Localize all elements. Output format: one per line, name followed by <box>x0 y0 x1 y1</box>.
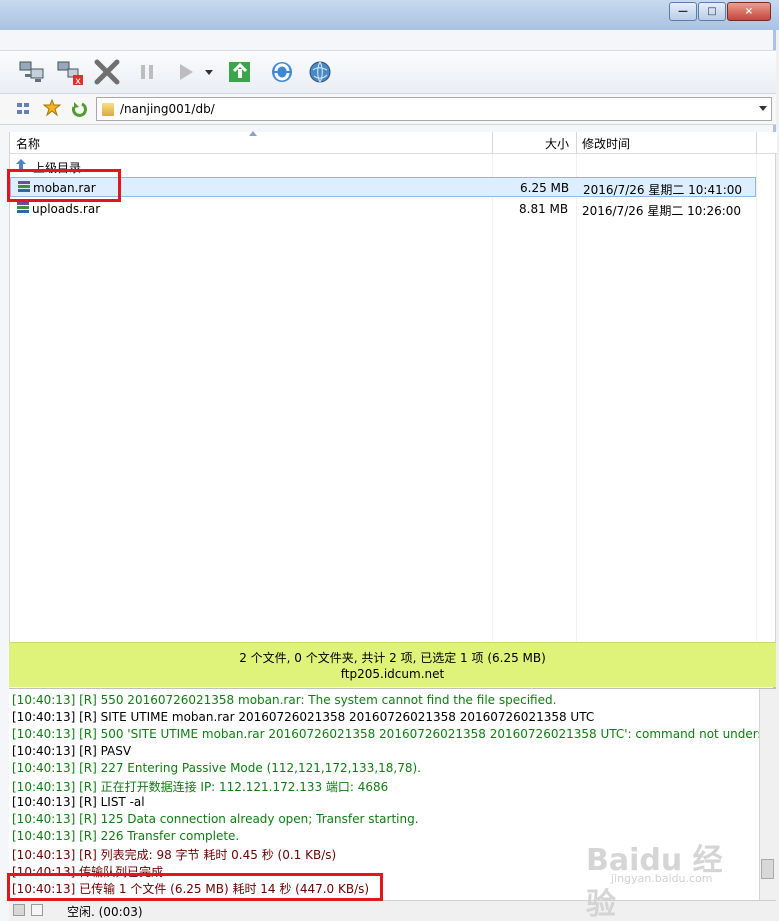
sort-ascending-icon <box>249 131 257 136</box>
column-divider <box>756 132 757 154</box>
connect-icon[interactable] <box>17 57 47 87</box>
row-modified: 2016/7/26 星期二 10:41:00 <box>583 183 743 197</box>
window-controls: — □ × <box>669 2 771 21</box>
baidu-watermark: Baidu 经验 jingyan.baidu.com <box>586 835 731 921</box>
column-divider <box>492 154 493 642</box>
row-modified: 2016/7/26 星期二 10:26:00 <box>582 204 742 218</box>
row-size: 6.25 MB <box>520 181 570 195</box>
log-line: [10:40:13] [R] LIST -al <box>12 795 145 809</box>
log-line: [10:40:13] [R] 227 Entering Passive Mode… <box>12 761 421 775</box>
globe-icon[interactable] <box>305 57 335 87</box>
column-header-size[interactable]: 大小 <box>545 132 569 154</box>
column-header-name[interactable]: 名称 <box>16 132 40 154</box>
path-input[interactable]: /nanjing001/db/ <box>96 97 772 121</box>
column-divider <box>576 154 577 642</box>
status-summary: 2 个文件, 0 个文件夹, 共计 2 项, 已选定 1 项 (6.25 MB) <box>239 651 546 665</box>
file-list-pane: 名称 大小 修改时间 上级目录 moban.rar 6.25 MB 2016/7… <box>9 131 777 642</box>
file-row[interactable]: moban.rar 6.25 MB 2016/7/26 星期二 10:41:00 <box>10 177 756 197</box>
log-line: [10:40:13] [R] SITE UTIME moban.rar 2016… <box>12 710 595 724</box>
refresh-green-icon[interactable] <box>225 57 255 87</box>
row-size: 8.81 MB <box>519 202 569 216</box>
maximize-icon[interactable]: □ <box>698 2 726 21</box>
parent-directory-row[interactable]: 上级目录 <box>10 156 777 176</box>
chevron-down-icon[interactable] <box>759 106 767 111</box>
cancel-icon[interactable] <box>92 57 122 87</box>
close-icon[interactable]: × <box>727 2 771 21</box>
column-header-modified[interactable]: 修改时间 <box>582 132 630 154</box>
minimize-icon[interactable]: — <box>669 2 697 21</box>
address-bar: /nanjing001/db/ <box>0 94 776 125</box>
column-divider <box>492 132 493 154</box>
disconnect-icon[interactable]: x <box>55 57 85 87</box>
log-line: [10:40:13] [R] 500 'SITE UTIME moban.rar… <box>12 727 776 741</box>
pause-icon[interactable] <box>133 57 163 87</box>
log-line: [10:40:13] [R] 列表完成: 98 字节 耗时 0.45 秒 (0.… <box>12 848 337 862</box>
archive-icon <box>15 200 32 220</box>
queue-icon[interactable] <box>13 904 25 916</box>
log-line: [10:40:13] [R] 125 Data connection alrea… <box>12 812 419 826</box>
column-divider <box>576 132 577 154</box>
log-line: [10:40:13] [R] 正在打开数据连接 IP: 112.121.172.… <box>12 780 389 794</box>
toolbar: x <box>0 50 776 94</box>
log-line: [10:40:13] [R] 226 Transfer complete. <box>12 829 240 843</box>
window-titlebar: — □ × <box>0 0 779 30</box>
server-host: ftp205.idcum.net <box>340 667 445 681</box>
refresh-blue-icon[interactable] <box>267 57 297 87</box>
column-divider <box>756 154 757 642</box>
log-line: [10:40:13] [R] 550 20160726021358 moban.… <box>12 693 557 707</box>
file-row[interactable]: uploads.rar 8.81 MB 2016/7/26 星期二 10:26:… <box>10 199 777 219</box>
site-manager-icon[interactable] <box>16 101 32 117</box>
play-icon[interactable] <box>171 57 201 87</box>
log-scrollbar[interactable] <box>759 689 776 900</box>
scroll-thumb[interactable] <box>761 859 774 879</box>
watermark-sub: jingyan.baidu.com <box>611 872 713 885</box>
highlight-box-selected-file <box>7 169 121 202</box>
folder-icon <box>102 103 114 116</box>
dropdown-icon[interactable] <box>201 57 217 87</box>
log-toggle-icon[interactable] <box>31 904 43 916</box>
idle-status: 空闲. (00:03) <box>67 905 143 919</box>
back-icon[interactable] <box>69 99 87 117</box>
row-name: uploads.rar <box>32 202 101 216</box>
highlight-box-transfer-log <box>7 873 383 901</box>
svg-text:x: x <box>75 76 81 87</box>
favorites-icon[interactable] <box>42 98 62 117</box>
file-list-header: 名称 大小 修改时间 <box>10 131 777 154</box>
log-line: [10:40:13] [R] PASV <box>12 744 132 758</box>
path-text: /nanjing001/db/ <box>120 102 215 116</box>
selection-status: 2 个文件, 0 个文件夹, 共计 2 项, 已选定 1 项 (6.25 MB)… <box>9 642 776 687</box>
